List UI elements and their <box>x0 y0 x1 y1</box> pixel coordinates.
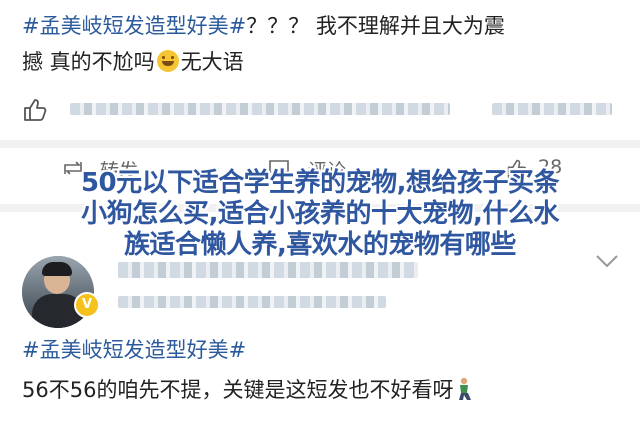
post-2-hashtag[interactable]: #孟美岐短发造型好美# <box>22 338 246 362</box>
blurred-user-list <box>70 103 450 115</box>
post-2-text: #孟美岐短发造型好美# 56不56的咱先不提，关键是这短发也不好看呀 <box>22 330 622 410</box>
post-2-body: 56不56的咱先不提，关键是这短发也不好看呀 <box>22 378 454 402</box>
blurred-user-list-2 <box>492 103 612 115</box>
verified-badge: V <box>74 292 100 318</box>
overlay-title-line-1: 50元以下适合学生养的宠物,想给孩子买条 <box>80 168 560 198</box>
post-1-hashtag[interactable]: #孟美岐短发造型好美# <box>22 14 246 38</box>
person-kneeling-emoji <box>459 377 472 400</box>
grin-sweat-emoji <box>156 50 179 72</box>
post-2: #孟美岐短发造型好美# 56不56的咱先不提，关键是这短发也不好看呀 <box>22 330 622 410</box>
overlay-title-line-3: 族适合懒人养,喜欢水的宠物有哪些 <box>124 230 516 260</box>
post-1-text: #孟美岐短发造型好美#？？？ 我不理解并且大为震 撼 真的不尬吗 无大语 <box>22 8 622 80</box>
post-1-line1: ？？？ 我不理解并且大为震 <box>246 14 505 38</box>
liked-by-row <box>22 95 622 125</box>
section-divider <box>0 140 640 148</box>
overlay-title: 50元以下适合学生养的宠物,想给孩子买条 小狗怎么买,适合小孩养的十大宠物,什么… <box>0 168 640 261</box>
blurred-meta <box>118 296 386 308</box>
thumbs-up-icon[interactable] <box>22 97 48 123</box>
blurred-username <box>118 262 418 278</box>
post-1-line2-end: 无大语 <box>180 50 244 74</box>
post-1: #孟美岐短发造型好美#？？？ 我不理解并且大为震 撼 真的不尬吗 无大语 <box>22 8 622 80</box>
chevron-down-icon[interactable] <box>594 252 620 270</box>
overlay-title-line-2: 小狗怎么买,适合小孩养的十大宠物,什么水 <box>81 199 559 229</box>
post-1-line2: 撼 真的不尬吗 <box>22 50 155 74</box>
